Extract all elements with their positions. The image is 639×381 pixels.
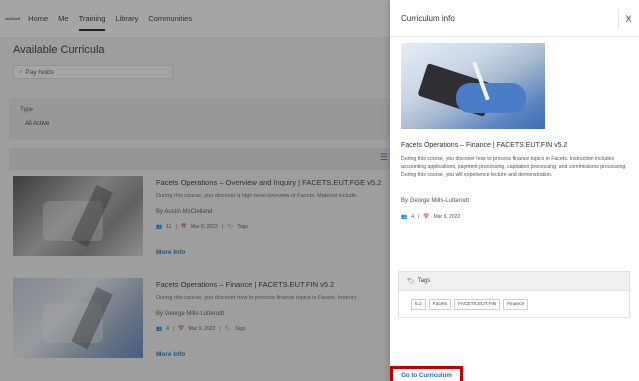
- panel-title: Curriculum info: [401, 14, 455, 23]
- course-image: [401, 43, 545, 129]
- tag-chip[interactable]: FACETS.EUT.FIN: [454, 299, 501, 310]
- tags-header: 🏷 Tags: [399, 272, 629, 291]
- tags-title: Tags: [417, 278, 431, 284]
- calendar-icon: 📅: [423, 214, 430, 220]
- tag-chip[interactable]: Facets: [428, 299, 452, 310]
- course-date: Mar 9, 2022: [433, 214, 461, 220]
- course-description: During this course, you discover how to …: [401, 156, 627, 178]
- curriculum-info-panel: Curriculum info X Facets Operations – Fi…: [390, 0, 639, 381]
- tag-chip[interactable]: 5.2: [411, 299, 426, 310]
- tag-chip[interactable]: Finance: [503, 299, 529, 310]
- modal-overlay[interactable]: [0, 0, 390, 381]
- course-title: Facets Operations – Finance | FACETS.EUT…: [401, 142, 568, 149]
- close-icon: X: [625, 14, 632, 24]
- course-count: 4: [411, 214, 415, 220]
- tags-section: 🏷 Tags 5.2 Facets FACETS.EUT.FIN Finance: [398, 271, 630, 318]
- go-to-curriculum-button[interactable]: Go to Curriculum: [390, 366, 463, 381]
- course-meta: 👥 4 | 📅 Mar 9, 2022: [401, 214, 460, 220]
- course-author: By George Mills-Lutterodt: [401, 198, 470, 204]
- divider: |: [418, 214, 420, 220]
- panel-header: Curriculum info X: [390, 0, 639, 37]
- users-icon: 👥: [401, 214, 408, 220]
- tags-list: 5.2 Facets FACETS.EUT.FIN Finance: [399, 291, 629, 310]
- close-button[interactable]: X: [618, 9, 638, 29]
- tag-icon: 🏷: [407, 278, 415, 285]
